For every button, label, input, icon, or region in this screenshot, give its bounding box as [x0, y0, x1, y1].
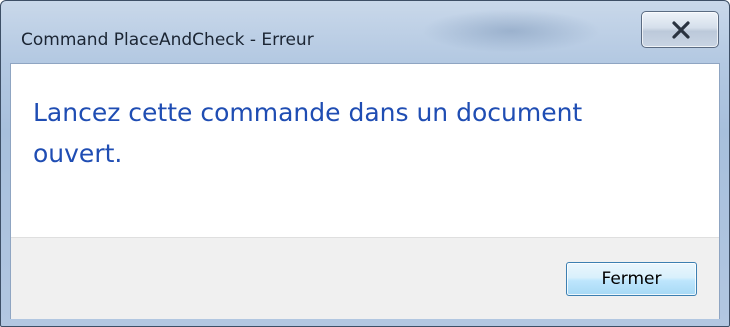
- fermer-button[interactable]: Fermer: [566, 262, 697, 296]
- close-x-icon: [672, 21, 690, 39]
- title-bar-glass: [421, 9, 601, 53]
- dialog-content: Lancez cette commande dans un document o…: [10, 63, 720, 319]
- window-title: Command PlaceAndCheck - Erreur: [21, 30, 314, 50]
- error-message: Lancez cette commande dans un document o…: [33, 98, 583, 168]
- dialog-footer: Fermer: [11, 237, 719, 319]
- error-dialog-window: Command PlaceAndCheck - Erreur Lancez ce…: [0, 0, 730, 327]
- window-close-button[interactable]: [641, 11, 719, 48]
- title-bar[interactable]: Command PlaceAndCheck - Erreur: [1, 1, 729, 63]
